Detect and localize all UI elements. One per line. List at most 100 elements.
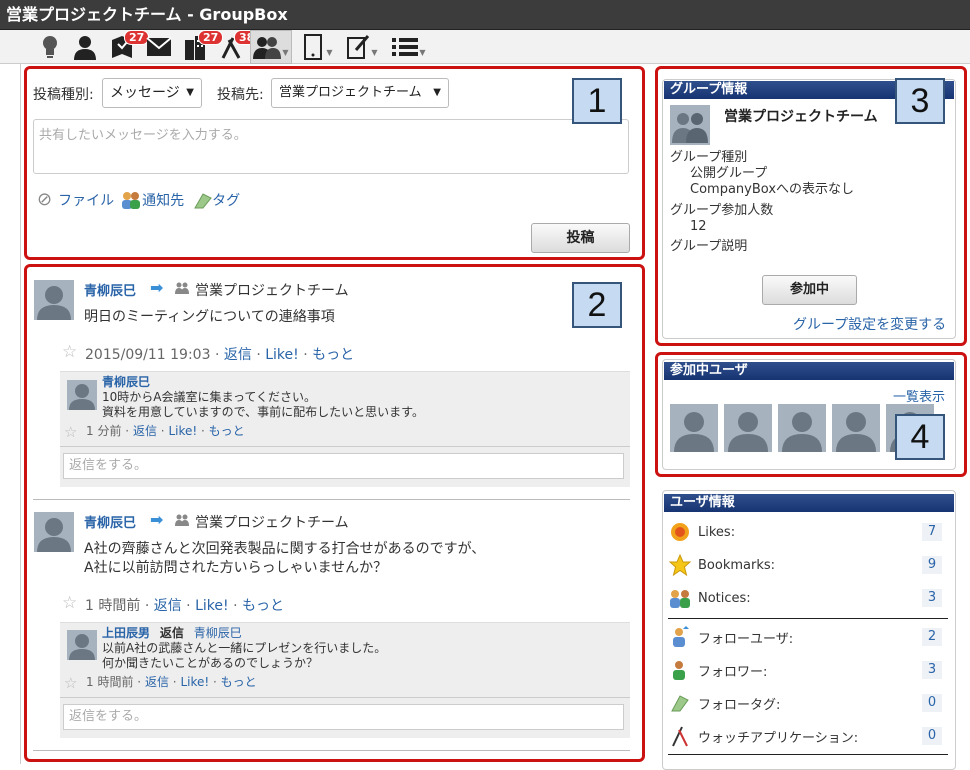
post-author[interactable]: 青柳辰巳 xyxy=(84,512,136,531)
comment-reply-to[interactable]: 青柳辰巳 xyxy=(194,626,242,640)
reply-link[interactable]: 返信 xyxy=(133,424,157,438)
like-link[interactable]: Like! xyxy=(168,424,197,438)
user-icon[interactable] xyxy=(70,30,100,64)
members-header: 参加中ユーザ xyxy=(664,362,954,380)
post-meta: 2015/09/11 19:03 · 返信 · Like! · もっと xyxy=(85,344,354,364)
group-members-value: 12 xyxy=(690,219,707,234)
file-link[interactable]: ファイル xyxy=(58,190,114,210)
tag-icon xyxy=(194,191,212,209)
stat-follow-tags[interactable]: フォロータグ: 0 xyxy=(668,690,942,716)
more-link[interactable]: もっと xyxy=(312,347,354,363)
message-input[interactable]: 共有したいメッセージを入力する。 xyxy=(33,119,629,174)
more-link[interactable]: もっと xyxy=(221,675,257,689)
group-name: 営業プロジェクトチーム xyxy=(724,109,878,125)
group-settings-link[interactable]: グループ設定を変更する xyxy=(793,314,946,334)
follow-user-icon xyxy=(668,625,692,649)
member-avatar[interactable] xyxy=(832,404,880,452)
stat-follow-users[interactable]: フォローユーザ: 2 xyxy=(668,624,942,650)
stat-count: 9 xyxy=(922,556,942,574)
annotation-2: 2 xyxy=(572,282,622,328)
stat-followers[interactable]: フォロワー: 3 xyxy=(668,657,942,683)
post-group[interactable]: 営業プロジェクトチーム xyxy=(195,512,349,532)
buildings-icon[interactable]: 27 xyxy=(180,30,224,64)
avatar xyxy=(34,512,74,552)
reply-input[interactable]: 返信をする。 xyxy=(63,704,624,730)
reply-link[interactable]: 返信 xyxy=(154,598,182,614)
star-icon[interactable]: ☆ xyxy=(64,423,77,441)
stat-label: フォロワー: xyxy=(698,664,768,680)
like-link[interactable]: Like! xyxy=(265,347,299,363)
stat-label: ウォッチアプリケーション: xyxy=(698,730,859,746)
post-submit-button[interactable]: 投稿 xyxy=(531,223,630,253)
separator-dot: · xyxy=(172,675,177,689)
comment-time: 1 分前 xyxy=(86,424,122,438)
watch-icon xyxy=(668,724,692,748)
separator-dot: · xyxy=(125,424,130,438)
stat-count: 7 xyxy=(922,523,942,541)
more-link[interactable]: もっと xyxy=(209,424,245,438)
group-kind-label: グループ種別 xyxy=(670,150,748,165)
avatar xyxy=(67,380,97,410)
separator-dot: · xyxy=(214,347,220,363)
more-link[interactable]: もっと xyxy=(242,598,284,614)
post-text: A社の齊藤さんと次回発表製品に関する打合せがあるのですが、 xyxy=(84,541,486,557)
lightbulb-icon[interactable] xyxy=(36,30,64,64)
stat-label: フォローユーザ: xyxy=(698,631,794,647)
chevron-down-icon: ▼ xyxy=(433,87,441,98)
comment-meta: 1 時間前 · 返信 · Like! · もっと xyxy=(86,675,257,690)
annotation-3: 3 xyxy=(895,78,945,124)
follower-icon xyxy=(668,658,692,682)
comment-author[interactable]: 上田辰男 xyxy=(102,626,150,640)
post-type-select[interactable]: メッセージ ▼ xyxy=(102,78,202,108)
post-text: 明日のミーティングについての連絡事項 xyxy=(84,309,335,325)
tag-link[interactable]: タグ xyxy=(212,190,240,210)
member-avatar[interactable] xyxy=(778,404,826,452)
reply-input[interactable]: 返信をする。 xyxy=(63,453,624,479)
device-icon[interactable]: ▼ xyxy=(298,30,338,64)
separator-dot: · xyxy=(137,675,142,689)
stat-notices[interactable]: Notices: 3 xyxy=(668,585,942,611)
stat-watch-apps[interactable]: ウォッチアプリケーション: 0 xyxy=(668,723,942,749)
list-menu-icon[interactable]: ▼ xyxy=(388,30,430,64)
edit-icon[interactable]: ▼ xyxy=(342,30,382,64)
post-dest-label: 投稿先: xyxy=(217,87,264,103)
comment-line-1: 10時からA会議室に集まってください。 xyxy=(102,390,317,404)
chevron-down-icon: ▼ xyxy=(419,47,426,57)
tools-icon[interactable]: 38 xyxy=(216,30,260,64)
mail-icon[interactable] xyxy=(144,30,174,64)
comment-line-2: 資料を用意していますので、事前に配布したいと思います。 xyxy=(102,405,424,419)
tag-icon xyxy=(668,691,692,715)
star-icon[interactable]: ☆ xyxy=(62,342,77,362)
stat-count: 3 xyxy=(922,661,942,679)
post-group[interactable]: 営業プロジェクトチーム xyxy=(195,280,349,300)
stat-label: Notices: xyxy=(698,590,751,606)
post-dest-select[interactable]: 営業プロジェクトチーム ▼ xyxy=(271,78,449,108)
documents-icon[interactable]: 27 xyxy=(106,30,150,64)
reply-link[interactable]: 返信 xyxy=(224,347,252,363)
joined-button[interactable]: 参加中 xyxy=(762,275,857,305)
notify-link[interactable]: 通知先 xyxy=(142,190,184,210)
star-icon[interactable]: ☆ xyxy=(62,593,77,613)
user-info-header: ユーザ情報 xyxy=(664,494,954,512)
post-time: 1 時間前 xyxy=(85,598,141,614)
post-divider xyxy=(33,750,630,751)
star-icon[interactable]: ☆ xyxy=(64,674,77,692)
group-menu-icon[interactable]: ▼ xyxy=(250,30,292,64)
avatar xyxy=(34,280,74,320)
stat-count: 2 xyxy=(922,628,942,646)
member-avatar[interactable] xyxy=(670,404,718,452)
like-link[interactable]: Like! xyxy=(195,598,229,614)
reply-link[interactable]: 返信 xyxy=(145,675,169,689)
stat-likes[interactable]: Likes: 7 xyxy=(668,519,942,545)
star-icon xyxy=(668,553,692,577)
group-kind-value-2: CompanyBoxへの表示なし xyxy=(690,182,855,197)
list-view-link[interactable]: 一覧表示 xyxy=(893,386,945,405)
stat-bookmarks[interactable]: Bookmarks: 9 xyxy=(668,552,942,578)
member-avatar[interactable] xyxy=(724,404,772,452)
post-author[interactable]: 青柳辰巳 xyxy=(84,280,136,299)
chevron-down-icon: ▼ xyxy=(371,47,378,57)
avatar xyxy=(67,630,97,660)
like-link[interactable]: Like! xyxy=(180,675,209,689)
group-desc-label: グループ説明 xyxy=(670,239,748,254)
comment-author[interactable]: 青柳辰巳 xyxy=(102,375,150,390)
